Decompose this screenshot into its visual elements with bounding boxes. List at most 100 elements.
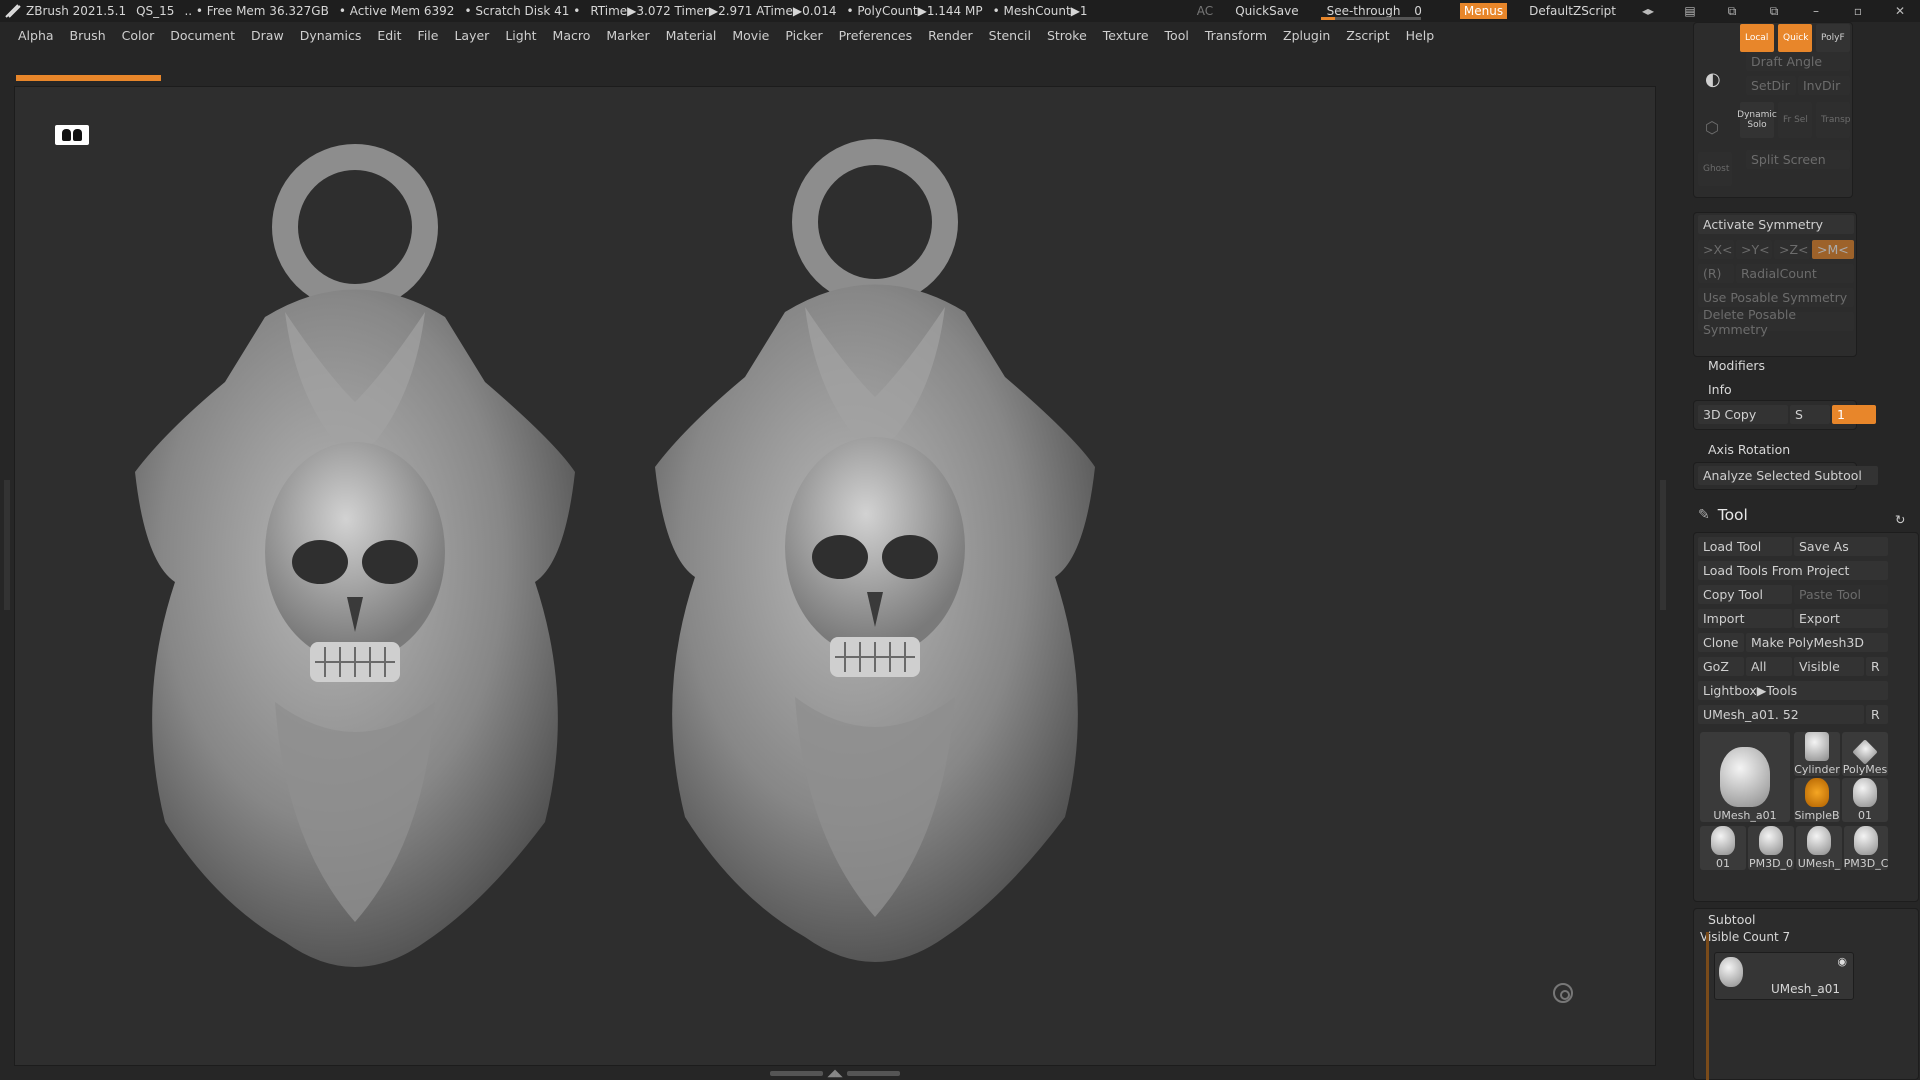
menu-stencil[interactable]: Stencil [989, 28, 1031, 43]
delete-posable-symmetry-button[interactable]: Delete Posable Symmetry [1698, 307, 1854, 337]
cube-icon[interactable]: ⬡ [1700, 112, 1730, 142]
current-tool-slider[interactable]: UMesh_a01. 52 [1698, 705, 1864, 724]
skull-pendant-model-right[interactable] [645, 137, 1205, 997]
tool-thumb-polymesh[interactable]: PolyMes [1842, 732, 1888, 776]
analyze-selected-subtool-button[interactable]: Analyze Selected Subtool [1698, 466, 1878, 485]
menu-dynamics[interactable]: Dynamics [300, 28, 362, 43]
tool-thumb-pm3d-0[interactable]: PM3D_0 [1748, 826, 1794, 870]
menu-transform[interactable]: Transform [1205, 28, 1267, 43]
export-button[interactable]: Export [1794, 609, 1888, 628]
menu-stroke[interactable]: Stroke [1047, 28, 1087, 43]
tool-thumb-cylinder[interactable]: Cylinder [1794, 732, 1840, 776]
subtool-eye-icon[interactable]: ◉ [1837, 955, 1847, 968]
menu-document[interactable]: Document [170, 28, 235, 43]
tool-thumb-pm3d-c[interactable]: PM3D_C [1844, 826, 1888, 870]
sym-r-button[interactable]: (R) [1698, 264, 1734, 283]
make-polymesh3d-button[interactable]: Make PolyMesh3D [1746, 633, 1888, 652]
radial-count-slider[interactable]: RadialCount [1736, 264, 1854, 283]
right-tray-handle[interactable] [1660, 480, 1666, 610]
local-button[interactable]: Local [1740, 24, 1774, 52]
default-zscript-button[interactable]: DefaultZScript [1529, 4, 1616, 18]
goz-r-button[interactable]: R [1866, 657, 1888, 676]
viewport-canvas[interactable] [14, 86, 1656, 1066]
quick-button[interactable]: Quick [1778, 24, 1812, 52]
load-tools-from-project-button[interactable]: Load Tools From Project [1698, 561, 1888, 580]
menu-draw[interactable]: Draw [251, 28, 284, 43]
polyf-button[interactable]: PolyF [1816, 24, 1850, 52]
menu-brush[interactable]: Brush [70, 28, 106, 43]
sym-y-button[interactable]: >Y< [1736, 240, 1772, 259]
multi-window-icon[interactable]: ⧉ [1722, 4, 1742, 19]
menu-edit[interactable]: Edit [377, 28, 401, 43]
tool-thumb-umesh[interactable]: UMesh_ [1796, 826, 1842, 870]
menu-layer[interactable]: Layer [454, 28, 489, 43]
clone-button[interactable]: Clone [1698, 633, 1744, 652]
left-tray-handle[interactable] [4, 480, 10, 610]
menu-preferences[interactable]: Preferences [839, 28, 913, 43]
paste-tool-button[interactable]: Paste Tool [1794, 585, 1888, 604]
setdir-button[interactable]: SetDir [1746, 76, 1796, 95]
restore-window-icon[interactable]: ⧉ [1764, 4, 1784, 19]
invdir-button[interactable]: InvDir [1798, 76, 1850, 95]
maximize-icon[interactable]: ▫ [1848, 4, 1868, 18]
lightbox-tools-button[interactable]: Lightbox▶Tools [1698, 681, 1888, 700]
menu-zscript[interactable]: Zscript [1346, 28, 1389, 43]
sym-x-button[interactable]: >X< [1698, 240, 1734, 259]
save-as-button[interactable]: Save As [1794, 537, 1888, 556]
tool-thumb-simpleb[interactable]: SimpleB [1794, 778, 1840, 822]
ghost-button[interactable]: Ghost [1698, 152, 1732, 186]
menu-macro[interactable]: Macro [553, 28, 591, 43]
goz-button[interactable]: GoZ [1698, 657, 1744, 676]
visible-count-slider[interactable]: Visible Count 7 [1700, 930, 1790, 944]
menu-alpha[interactable]: Alpha [18, 28, 54, 43]
menu-picker[interactable]: Picker [785, 28, 822, 43]
import-button[interactable]: Import [1698, 609, 1792, 628]
sym-z-button[interactable]: >Z< [1774, 240, 1810, 259]
split-screen-slider[interactable]: Split Screen [1746, 150, 1850, 169]
menu-color[interactable]: Color [122, 28, 155, 43]
frsel-button[interactable]: Fr Sel [1778, 102, 1812, 138]
sym-m-button[interactable]: >M< [1812, 240, 1854, 259]
info-header[interactable]: Info [1708, 382, 1732, 397]
menus-toggle-button[interactable]: Menus [1459, 3, 1508, 19]
window-arrows-icon[interactable]: ◂▸ [1638, 4, 1658, 18]
use-posable-symmetry-button[interactable]: Use Posable Symmetry [1698, 288, 1854, 307]
quicksave-button[interactable]: QuickSave [1235, 4, 1298, 18]
minimize-icon[interactable]: – [1806, 4, 1826, 18]
subtool-scrollbar[interactable] [1706, 932, 1709, 1080]
draft-angle-slider[interactable]: Draft Angle [1746, 52, 1850, 71]
ac-label[interactable]: AC [1197, 4, 1213, 18]
menu-help[interactable]: Help [1406, 28, 1435, 43]
close-icon[interactable]: ✕ [1890, 4, 1910, 18]
target-icon[interactable] [1553, 983, 1573, 1003]
tool-thumb-01[interactable]: 01 [1842, 778, 1888, 822]
see-through-slider[interactable]: See-through 0 [1320, 4, 1438, 20]
tool-thumb-umesh-a01[interactable]: UMesh_a01 [1700, 732, 1790, 822]
layout-icon[interactable]: ▤ [1680, 4, 1700, 18]
3d-copy-value-input[interactable]: 1 [1832, 405, 1876, 424]
solo-button[interactable]: Dynamic Solo [1737, 102, 1777, 138]
menu-marker[interactable]: Marker [606, 28, 649, 43]
subtool-header[interactable]: Subtool [1708, 912, 1755, 927]
menu-texture[interactable]: Texture [1103, 28, 1149, 43]
refresh-icon[interactable]: ↻ [1895, 510, 1913, 529]
tool-header[interactable]: ✎ Tool [1698, 506, 1748, 524]
bottom-tray-handle[interactable]: ◢◣ [770, 1068, 901, 1079]
load-tool-button[interactable]: Load Tool [1698, 537, 1792, 556]
modifiers-header[interactable]: Modifiers [1708, 358, 1765, 373]
menu-light[interactable]: Light [505, 28, 536, 43]
copy-tool-button[interactable]: Copy Tool [1698, 585, 1792, 604]
menu-zplugin[interactable]: Zplugin [1283, 28, 1330, 43]
3d-copy-button[interactable]: 3D Copy [1698, 405, 1788, 424]
tool-thumb-01b[interactable]: 01 [1700, 826, 1746, 870]
activate-symmetry-button[interactable]: Activate Symmetry [1698, 215, 1854, 234]
menu-tool[interactable]: Tool [1165, 28, 1189, 43]
skull-pendant-model-left[interactable] [125, 142, 685, 1002]
subtool-item-umesh-a01[interactable]: ◉ UMesh_a01 [1714, 952, 1854, 1000]
goz-visible-button[interactable]: Visible [1794, 657, 1864, 676]
goz-all-button[interactable]: All [1746, 657, 1792, 676]
menu-movie[interactable]: Movie [732, 28, 769, 43]
current-tool-r-button[interactable]: R [1866, 705, 1888, 724]
axis-rotation-header[interactable]: Axis Rotation [1708, 442, 1790, 457]
menu-material[interactable]: Material [666, 28, 717, 43]
